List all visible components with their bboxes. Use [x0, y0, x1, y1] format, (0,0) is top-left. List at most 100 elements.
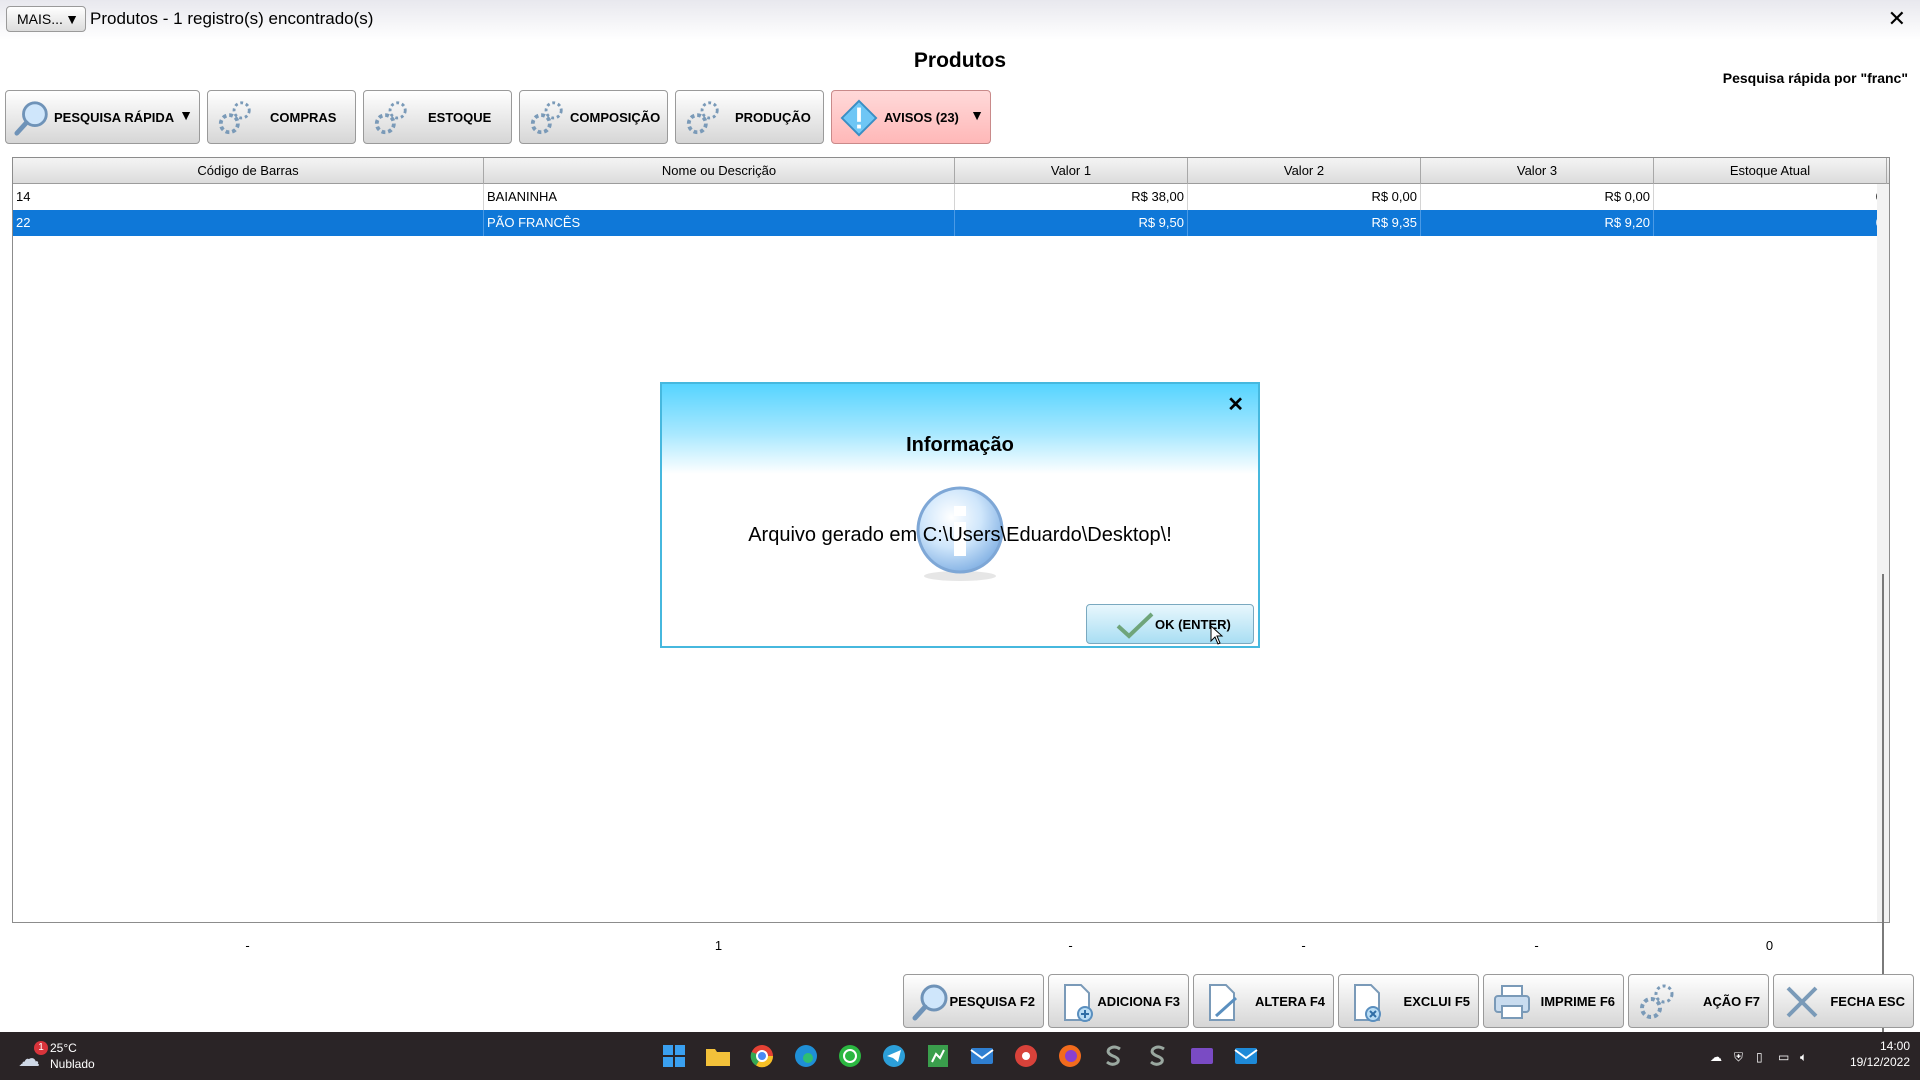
- ok-button[interactable]: OK (ENTER): [1086, 604, 1254, 644]
- more-menu-label: MAIS...: [17, 11, 63, 27]
- printer-icon: [1494, 985, 1530, 1019]
- edge-icon[interactable]: [792, 1042, 820, 1070]
- column-header[interactable]: Estoque Atual: [1654, 158, 1887, 184]
- dialog-message: Arquivo gerado em C:\Users\Eduardo\Deskt…: [748, 524, 1172, 546]
- vertical-scrollbar[interactable]: [1877, 184, 1889, 1064]
- close-esc-button[interactable]: FECHA ESC: [1773, 974, 1914, 1028]
- total-cell: -: [1301, 938, 1306, 953]
- production-label: PRODUÇÃO: [735, 110, 811, 125]
- spreadsheet-icon[interactable]: [924, 1042, 952, 1070]
- clock-time: 14:00: [1879, 1039, 1910, 1053]
- weather-condition: Nublado: [50, 1057, 95, 1071]
- app-icon[interactable]: [1012, 1042, 1040, 1070]
- close-esc-label: FECHA ESC: [1830, 994, 1905, 1009]
- warning-icon: [840, 99, 878, 137]
- composition-label: COMPOSIÇÃO: [570, 110, 661, 125]
- close-icon: [1786, 986, 1818, 1018]
- delete-f5-button[interactable]: EXCLUI F5: [1338, 974, 1479, 1028]
- edit-document-icon: [1209, 984, 1238, 1021]
- warnings-button[interactable]: AVISOS (23) ▼: [831, 90, 991, 144]
- total-cell: -: [1534, 938, 1539, 953]
- page-title: Produtos: [913, 49, 1007, 72]
- file-explorer-icon[interactable]: [704, 1042, 732, 1070]
- purchases-label: COMPRAS: [270, 110, 337, 125]
- add-f3-button[interactable]: ADICIONA F3: [1048, 974, 1189, 1028]
- cell-name: BAIANINHA: [484, 184, 955, 210]
- purchases-button[interactable]: COMPRAS: [207, 90, 356, 144]
- total-cell: -: [1068, 938, 1073, 953]
- cell-value-1: R$ 38,00: [955, 184, 1188, 210]
- close-window-button[interactable]: ✕: [1888, 6, 1906, 32]
- chevron-down-icon: ▼: [65, 11, 79, 27]
- chevron-down-icon[interactable]: ▼: [179, 107, 193, 123]
- warnings-label: AVISOS (23): [884, 110, 959, 125]
- clock[interactable]: 14:00 19/12/2022: [1850, 1038, 1910, 1070]
- more-menu-button[interactable]: MAIS... ▼: [6, 6, 86, 32]
- telegram-icon[interactable]: [880, 1042, 908, 1070]
- print-f6-button[interactable]: IMPRIME F6: [1483, 974, 1624, 1028]
- totals-row: - 1 - - - 0: [12, 938, 1888, 956]
- delete-f5-label: EXCLUI F5: [1403, 994, 1470, 1009]
- table-row[interactable]: 14 BAIANINHA R$ 38,00 R$ 0,00 R$ 0,00 0: [13, 184, 1889, 210]
- cell-value-3: R$ 9,20: [1421, 210, 1654, 236]
- column-header[interactable]: Valor 3: [1421, 158, 1654, 184]
- information-dialog: ✕ Informação Arquivo gerado em C:\Users\…: [660, 382, 1260, 648]
- battery-icon[interactable]: ▯: [1756, 1050, 1763, 1064]
- cell-value-1: R$ 9,50: [955, 210, 1188, 236]
- checkmark-icon: [1116, 612, 1154, 639]
- mail-app-icon[interactable]: [968, 1042, 996, 1070]
- column-header[interactable]: Código de Barras: [13, 158, 484, 184]
- app-s-icon-2[interactable]: [1144, 1042, 1172, 1070]
- app-s-icon[interactable]: [1100, 1042, 1128, 1070]
- chevron-down-icon[interactable]: ▼: [970, 107, 984, 123]
- action-f7-button[interactable]: AÇÃO F7: [1628, 974, 1769, 1028]
- temperature: 25°C: [50, 1041, 77, 1055]
- weather-widget[interactable]: ☁ 1 25°C Nublado: [18, 1040, 108, 1074]
- search-f2-label: PESQUISA F2: [949, 994, 1035, 1009]
- print-f6-label: IMPRIME F6: [1540, 994, 1615, 1009]
- cell-value-2: R$ 0,00: [1188, 184, 1421, 210]
- action-f7-label: AÇÃO F7: [1702, 994, 1760, 1009]
- windows-start-icon[interactable]: [660, 1042, 688, 1070]
- table-row-selected[interactable]: 22 PÃO FRANCÊS R$ 9,50 R$ 9,35 R$ 9,20 0: [13, 210, 1889, 236]
- gears-icon: [1640, 984, 1674, 1019]
- dialog-title: Informação: [906, 434, 1014, 456]
- window-title: Produtos - 1 registro(s) encontrado(s): [90, 9, 374, 28]
- volume-icon[interactable]: 🔈︎: [1800, 1050, 1807, 1065]
- gears-icon: [686, 101, 719, 135]
- cell-value-2: R$ 9,35: [1188, 210, 1421, 236]
- firefox-icon[interactable]: [1056, 1042, 1084, 1070]
- column-header[interactable]: Nome ou Descrição: [484, 158, 955, 184]
- dialog-close-button[interactable]: ✕: [1227, 392, 1244, 417]
- gears-icon: [530, 101, 563, 135]
- column-header[interactable]: Valor 2: [1188, 158, 1421, 184]
- total-cell: 0: [1765, 938, 1774, 953]
- gears-icon: [218, 101, 251, 135]
- quick-search-label: PESQUISA RÁPIDA: [54, 110, 175, 125]
- video-app-icon[interactable]: [1188, 1042, 1216, 1070]
- gears-icon: [374, 101, 407, 135]
- stock-button[interactable]: ESTOQUE: [363, 90, 512, 144]
- mouse-cursor-icon: [1210, 625, 1224, 645]
- cell-stock: 0: [1654, 210, 1887, 236]
- security-icon[interactable]: ⛨: [1734, 1050, 1743, 1065]
- edit-f4-button[interactable]: ALTERA F4: [1193, 974, 1334, 1028]
- column-header[interactable]: Valor 1: [955, 158, 1188, 184]
- search-f2-button[interactable]: PESQUISA F2: [903, 974, 1044, 1028]
- add-f3-label: ADICIONA F3: [1097, 994, 1180, 1009]
- add-document-icon: [1064, 984, 1093, 1022]
- mail-icon[interactable]: [1232, 1042, 1260, 1070]
- network-icon[interactable]: ▭: [1778, 1050, 1789, 1064]
- chrome-icon[interactable]: [748, 1042, 776, 1070]
- whatsapp-icon[interactable]: [836, 1042, 864, 1070]
- dialog-header: [662, 384, 1258, 474]
- onedrive-icon[interactable]: ☁: [1710, 1050, 1722, 1064]
- production-button[interactable]: PRODUÇÃO: [675, 90, 824, 144]
- cell-name: PÃO FRANCÊS: [484, 210, 955, 236]
- weather-badge: 1: [34, 1041, 48, 1055]
- title-bar: MAIS... ▼ Produtos - 1 registro(s) encon…: [0, 0, 1920, 40]
- cell-code: 14: [13, 184, 484, 210]
- composition-button[interactable]: COMPOSIÇÃO: [519, 90, 668, 144]
- quick-search-button[interactable]: PESQUISA RÁPIDA ▼: [5, 90, 200, 144]
- cell-value-3: R$ 0,00: [1421, 184, 1654, 210]
